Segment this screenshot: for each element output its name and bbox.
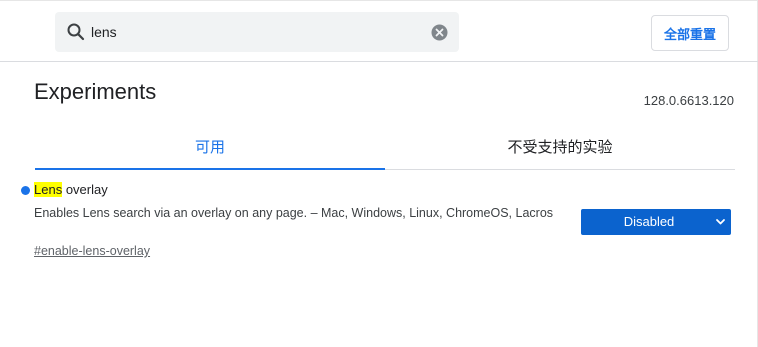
experiment-permalink[interactable]: #enable-lens-overlay	[34, 244, 150, 258]
experiment-title-rest: overlay	[62, 182, 108, 197]
search-bar[interactable]	[55, 12, 459, 52]
status-select-value: Disabled	[623, 214, 675, 229]
tab-available[interactable]: 可用	[35, 136, 385, 170]
experiment-status-dot	[21, 186, 30, 195]
clear-icon[interactable]	[431, 24, 448, 41]
window-top-border	[0, 0, 758, 1]
version-label: 128.0.6613.120	[643, 93, 734, 108]
active-tab-indicator	[35, 168, 385, 170]
search-input[interactable]	[91, 21, 421, 43]
search-icon	[67, 23, 85, 41]
tab-unavailable[interactable]: 不受支持的实验	[385, 136, 735, 170]
experiment-title: Lens overlay	[34, 182, 108, 197]
header-divider	[0, 61, 758, 62]
chevron-down-icon	[716, 219, 725, 225]
experiment-description: Enables Lens search via an overlay on an…	[34, 206, 554, 220]
page-title: Experiments	[34, 79, 157, 104]
experiment-status-select[interactable]: Disabled	[581, 209, 731, 235]
search-match-highlight: Lens	[34, 182, 63, 197]
reset-all-button[interactable]: 全部重置	[651, 15, 729, 51]
